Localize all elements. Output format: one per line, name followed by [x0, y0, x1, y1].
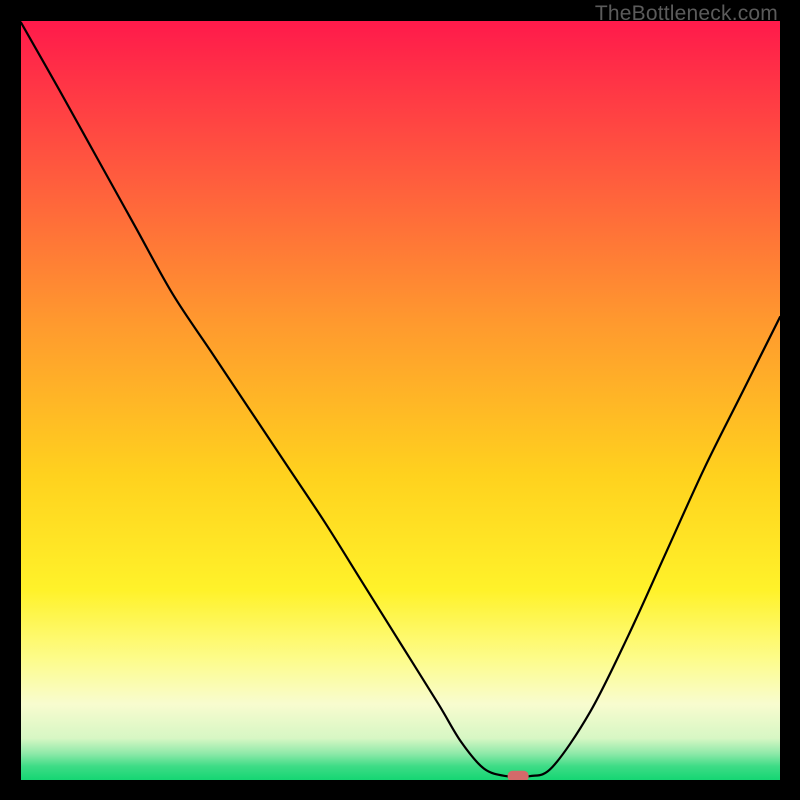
- chart-frame: [21, 21, 780, 780]
- chart-svg: [21, 21, 780, 780]
- attribution-text: TheBottleneck.com: [595, 2, 778, 26]
- gradient-background: [21, 21, 780, 780]
- optimal-marker: [508, 771, 529, 780]
